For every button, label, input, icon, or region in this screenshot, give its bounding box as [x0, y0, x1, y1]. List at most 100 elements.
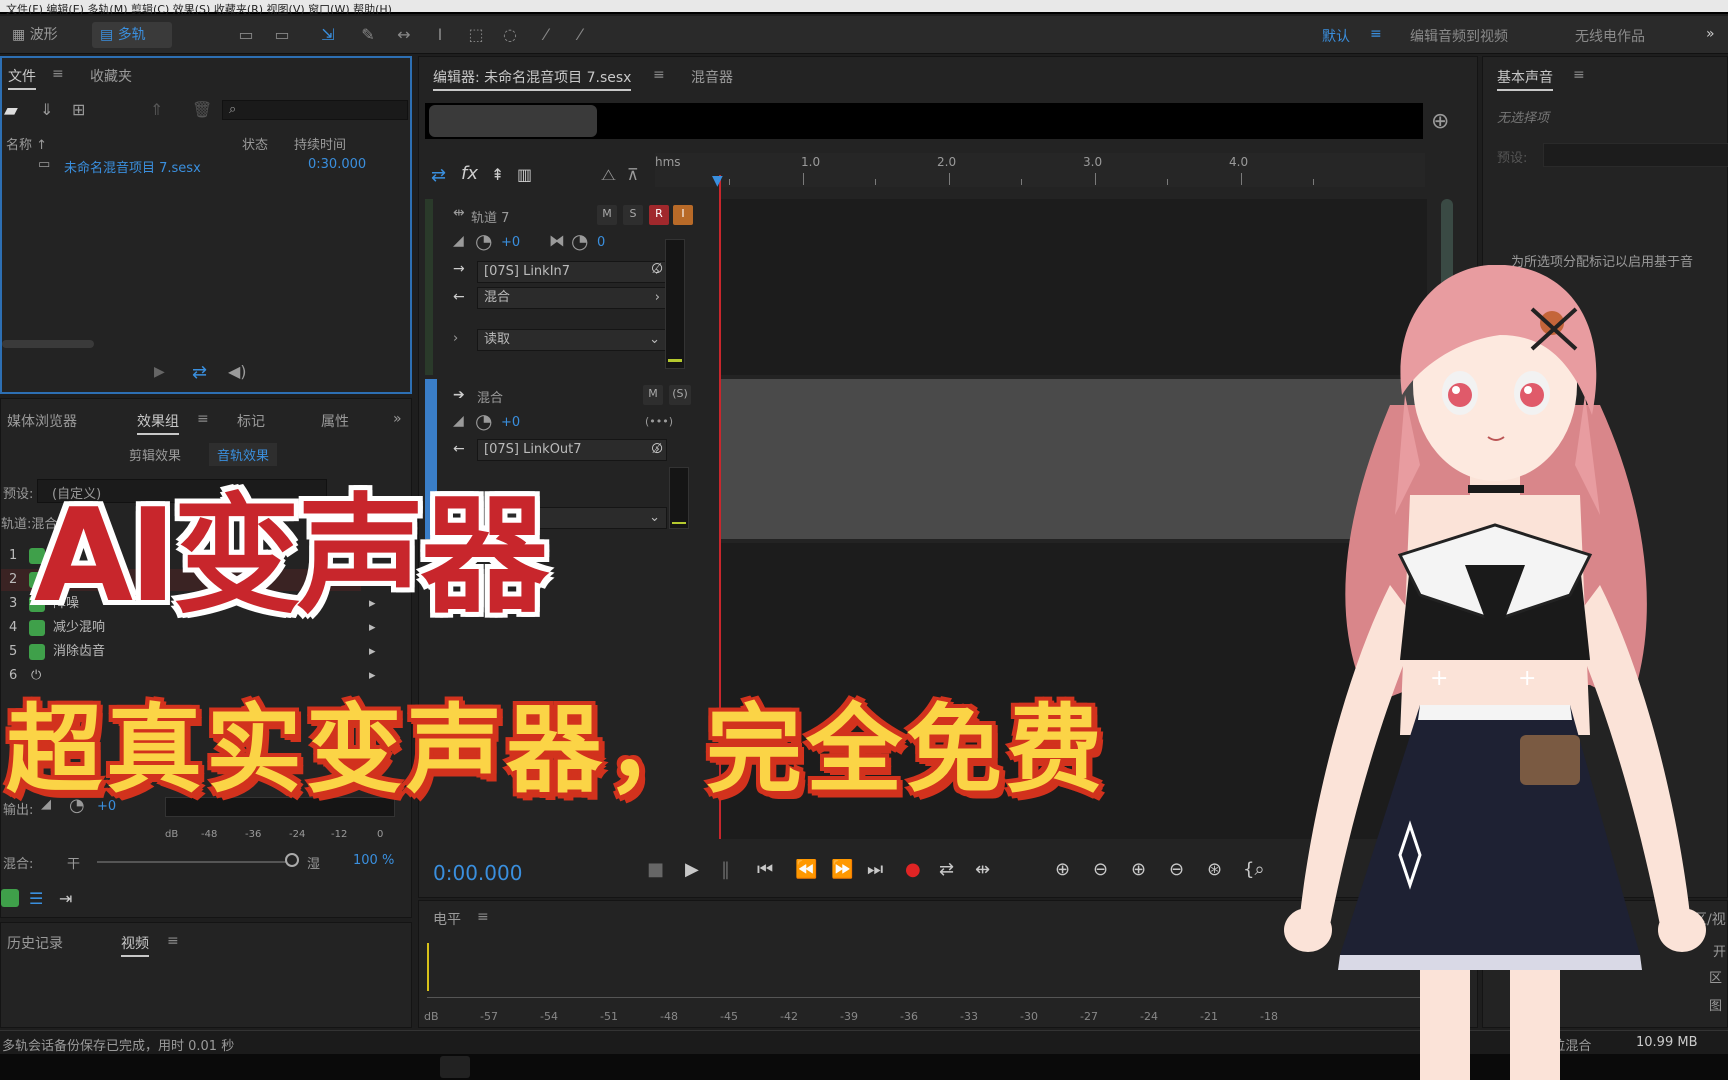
mix-track-name[interactable]: 混合: [477, 387, 503, 406]
rack-apply-icon[interactable]: ⇥: [59, 889, 72, 908]
workspace-menu-icon[interactable]: ≡: [1370, 26, 1382, 42]
menu-bar[interactable]: 文件(F) 编辑(E) 多轨(M) 剪辑(C) 效果(S) 收藏夹(R) 视图(…: [0, 0, 1728, 17]
effect-slot[interactable]: 5 消除齿音 ▸: [1, 641, 376, 663]
effects-menu-icon[interactable]: ≡: [197, 411, 209, 427]
eq-icon[interactable]: ▥: [517, 165, 532, 184]
essential-preset-dropdown[interactable]: [1543, 143, 1728, 167]
zoom-reset-icon[interactable]: ⊕: [1431, 109, 1449, 134]
fast-forward-icon[interactable]: ⏩: [831, 859, 853, 880]
editor-menu-icon[interactable]: ≡: [653, 67, 665, 83]
workspace-default[interactable]: 默认: [1322, 26, 1350, 46]
time-ruler[interactable]: hms 1.0 2.0 3.0 4.0: [655, 153, 1425, 187]
workspace-radio-production[interactable]: 无线电作品: [1575, 26, 1645, 46]
track-7-input-monitor-button[interactable]: I: [673, 205, 693, 225]
track-7-input-select[interactable]: [07S] LinkIn7 ›: [477, 261, 667, 283]
track-controls-icon[interactable]: ⇄: [431, 165, 446, 186]
essential-sound-title[interactable]: 基本声音: [1497, 67, 1553, 91]
pitch-display-icon[interactable]: ▭: [272, 26, 292, 44]
zoom-out-full-icon[interactable]: ⊛: [1207, 859, 1222, 880]
overview-bar[interactable]: [425, 103, 1423, 139]
mix-solo-button[interactable]: (S): [669, 385, 691, 405]
mix-slider-handle[interactable]: [285, 853, 299, 867]
slip-tool-icon[interactable]: ↔: [394, 26, 414, 44]
rack-power-icon[interactable]: [1, 889, 19, 907]
multitrack-view-button[interactable]: ▤ 多轨: [92, 22, 172, 48]
record-icon[interactable]: ●: [905, 859, 921, 880]
loop-playback-icon[interactable]: ⇄: [939, 859, 954, 880]
stop-icon[interactable]: ■: [647, 859, 664, 880]
razor-tool-icon[interactable]: ✎: [358, 26, 378, 44]
workspace-edit-audio-to-video[interactable]: 编辑音频到视频: [1410, 26, 1508, 46]
overview-zoom-handle[interactable]: [429, 105, 597, 137]
horizontal-scrollbar[interactable]: [2, 340, 94, 348]
insert-icon[interactable]: ⇑: [150, 100, 163, 119]
tab-media-browser[interactable]: 媒体浏览器: [7, 411, 77, 431]
tab-editor[interactable]: 编辑器: 未命名混音项目 7.sesx: [433, 67, 632, 91]
track-7-automation-mode[interactable]: 读取 ⌄: [477, 329, 667, 351]
tab-favorites[interactable]: 收藏夹: [90, 66, 132, 86]
tab-effects-rack[interactable]: 效果组: [137, 411, 179, 435]
tab-properties[interactable]: 属性: [321, 411, 349, 431]
file-search-input[interactable]: ⌕: [222, 100, 408, 120]
marquee-icon[interactable]: ⬚: [466, 26, 486, 44]
tab-history[interactable]: 历史记录: [7, 933, 63, 953]
metronome-icon[interactable]: ⧍: [601, 165, 616, 185]
files-menu-icon[interactable]: ≡: [52, 66, 64, 82]
rack-list-icon[interactable]: ☰: [29, 889, 43, 908]
zoom-selection-icon[interactable]: {⌕: [1243, 859, 1265, 880]
power-icon[interactable]: [29, 644, 45, 660]
new-file-icon[interactable]: ⊞: [72, 100, 85, 119]
mix-slider[interactable]: [97, 861, 287, 863]
loop-preview-icon[interactable]: ⇄: [192, 362, 207, 383]
time-selection-icon[interactable]: I: [430, 26, 450, 44]
preview-play-icon[interactable]: ▶: [154, 364, 165, 380]
zoom-in-amplitude-icon[interactable]: ⊕: [1055, 859, 1070, 880]
rewind-icon[interactable]: ⏪: [795, 859, 817, 880]
mix-mute-button[interactable]: M: [643, 385, 663, 405]
menu-items[interactable]: 文件(F) 编辑(E) 多轨(M) 剪辑(C) 效果(S) 收藏夹(R) 视图(…: [6, 1, 392, 17]
effect-arrow-icon[interactable]: ▸: [369, 641, 376, 663]
track-7-volume[interactable]: +0: [501, 235, 520, 250]
tab-video[interactable]: 视频: [121, 933, 149, 957]
volume-knob-icon[interactable]: ◔: [475, 229, 492, 253]
column-name[interactable]: 名称 ↑: [6, 134, 47, 153]
tab-mixer[interactable]: 混音器: [691, 67, 733, 87]
waveform-view-button[interactable]: ▦ 波形: [4, 22, 84, 48]
zoom-out-amplitude-icon[interactable]: ⊖: [1093, 859, 1108, 880]
snap-icon[interactable]: ⊼: [627, 165, 639, 184]
track-7-solo-button[interactable]: S: [623, 205, 643, 225]
column-status[interactable]: 状态: [242, 134, 268, 153]
track-7-name[interactable]: 轨道 7: [471, 207, 509, 226]
file-row[interactable]: ▭ 未命名混音项目 7.sesx 0:30.000: [2, 154, 406, 176]
skip-to-end-icon[interactable]: ⏭: [867, 859, 883, 880]
essential-sound-menu-icon[interactable]: ≡: [1573, 67, 1585, 83]
spectral-display-icon[interactable]: ▭: [236, 26, 256, 44]
lasso-icon[interactable]: ◌: [500, 26, 520, 44]
import-file-icon[interactable]: ⇓: [40, 100, 53, 119]
skip-to-start-icon[interactable]: ⏮: [757, 859, 773, 880]
column-duration[interactable]: 持续时间: [294, 134, 346, 153]
delete-icon[interactable]: 🗑: [192, 100, 212, 119]
sends-icon[interactable]: ⇞: [491, 165, 504, 184]
levels-menu-icon[interactable]: ≡: [477, 909, 489, 925]
phase-invert-icon[interactable]: ∅: [651, 261, 663, 277]
fx-icon[interactable]: fx: [461, 163, 478, 184]
pause-icon[interactable]: ‖: [721, 859, 730, 880]
play-icon[interactable]: ▶: [685, 859, 699, 880]
more-workspaces-icon[interactable]: »: [1706, 26, 1715, 42]
track-7-output-select[interactable]: 混合 ›: [477, 287, 667, 309]
mix-volume[interactable]: +0: [501, 415, 520, 430]
zoom-in-time-icon[interactable]: ⊕: [1131, 859, 1146, 880]
track-7-record-button[interactable]: R: [649, 205, 669, 225]
expand-automation-icon[interactable]: ›: [453, 331, 458, 346]
skip-selection-icon[interactable]: ⇹: [975, 859, 990, 880]
pan-knob-icon[interactable]: ◔: [571, 229, 588, 253]
more-tabs-icon[interactable]: »: [393, 411, 402, 427]
auto-play-icon[interactable]: ◀): [228, 362, 247, 381]
mix-value[interactable]: 100 %: [353, 853, 394, 868]
taskbar-app-icon[interactable]: [440, 1056, 470, 1078]
tab-files[interactable]: 文件: [8, 66, 36, 90]
phase-invert-icon[interactable]: ∅: [651, 441, 663, 457]
time-display[interactable]: 0:00.000: [433, 861, 522, 885]
track-7-pan[interactable]: 0: [597, 235, 605, 250]
